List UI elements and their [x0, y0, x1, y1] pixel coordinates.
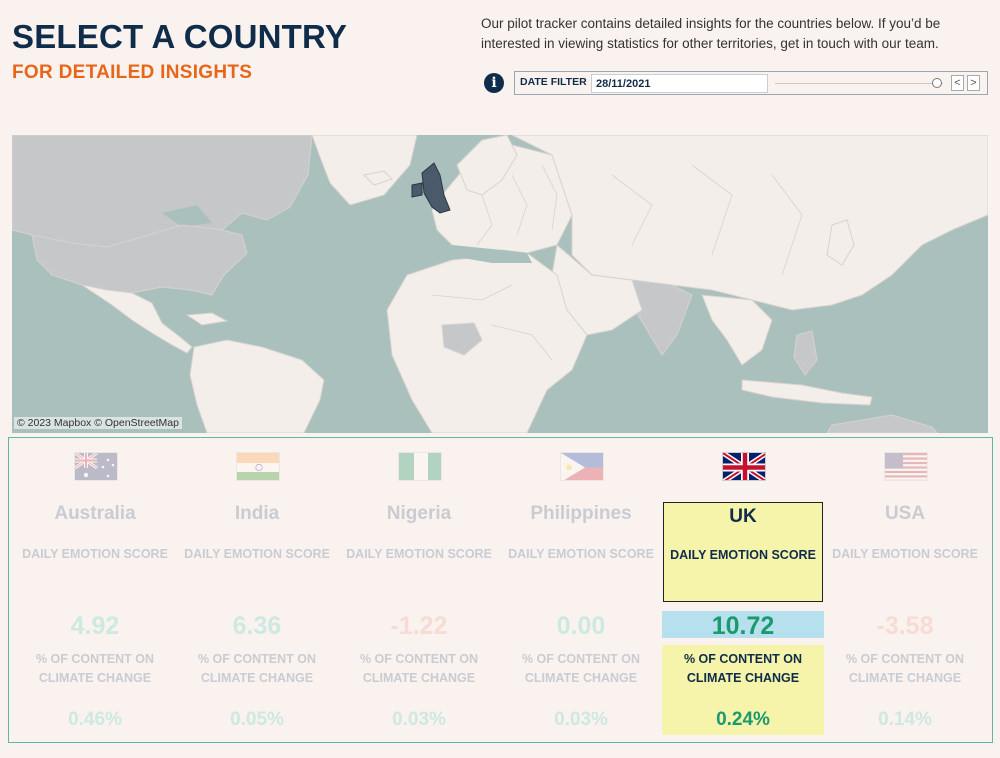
emotion-score-label: DAILY EMOTION SCORE — [832, 547, 978, 561]
emotion-score-label: DAILY EMOTION SCORE — [508, 547, 654, 561]
emotion-score-value: -1.22 — [390, 612, 448, 640]
uk-flag-icon[interactable] — [722, 452, 766, 481]
climate-content-value: 0.46% — [68, 709, 122, 730]
country-name[interactable]: Nigeria — [338, 503, 500, 525]
country-name[interactable]: UK — [662, 506, 824, 528]
country-card-australia[interactable]: Australia DAILY EMOTION SCORE 4.92 % OF … — [14, 438, 176, 742]
climate-content-value: 0.05% — [230, 709, 284, 730]
country-name[interactable]: Australia — [14, 503, 176, 525]
country-card-philippines[interactable]: Philippines DAILY EMOTION SCORE 0.00 % O… — [500, 438, 662, 742]
climate-content-label: % OF CONTENT ON CLIMATE CHANGE — [359, 652, 479, 685]
country-card-nigeria[interactable]: Nigeria DAILY EMOTION SCORE -1.22 % OF C… — [338, 438, 500, 742]
map-attribution[interactable]: © 2023 Mapbox © OpenStreetMap — [14, 417, 182, 429]
world-map[interactable] — [12, 135, 988, 433]
emotion-score-label: DAILY EMOTION SCORE — [22, 547, 168, 561]
emotion-score-label: DAILY EMOTION SCORE — [184, 547, 330, 561]
country-card-uk[interactable]: UK DAILY EMOTION SCORE 10.72 % OF CONTEN… — [662, 438, 824, 742]
emotion-score-value: 6.36 — [232, 612, 282, 640]
page-subtitle: FOR DETAILED INSIGHTS — [12, 62, 253, 83]
country-name[interactable]: India — [176, 503, 338, 525]
climate-content-label: % OF CONTENT ON CLIMATE CHANGE — [683, 652, 803, 685]
date-slider-track[interactable] — [775, 83, 943, 84]
climate-content-value: 0.03% — [554, 709, 608, 730]
info-icon[interactable]: i — [484, 73, 504, 93]
nigeria-flag-icon[interactable] — [398, 452, 442, 481]
world-map-svg — [12, 135, 988, 433]
emotion-score-value: 10.72 — [711, 612, 775, 640]
emotion-score-value: 0.00 — [556, 612, 606, 640]
india-flag-icon[interactable] — [236, 452, 280, 481]
climate-content-label: % OF CONTENT ON CLIMATE CHANGE — [521, 652, 641, 685]
climate-content-value: 0.24% — [716, 709, 770, 730]
country-card-usa[interactable]: USA DAILY EMOTION SCORE -3.58 % OF CONTE… — [824, 438, 986, 742]
country-name[interactable]: Philippines — [500, 503, 662, 525]
climate-content-value: 0.14% — [878, 709, 932, 730]
usa-flag-icon[interactable] — [884, 452, 928, 481]
climate-content-label: % OF CONTENT ON CLIMATE CHANGE — [197, 652, 317, 685]
date-slider-handle[interactable] — [932, 78, 942, 88]
emotion-score-label: DAILY EMOTION SCORE — [346, 547, 492, 561]
australia-flag-icon[interactable] — [74, 452, 118, 481]
country-selector-panel: Australia DAILY EMOTION SCORE 4.92 % OF … — [8, 437, 993, 743]
emotion-score-value: 4.92 — [70, 612, 120, 640]
climate-content-label: % OF CONTENT ON CLIMATE CHANGE — [35, 652, 155, 685]
date-prev-button[interactable]: < — [951, 75, 964, 91]
climate-content-value: 0.03% — [392, 709, 446, 730]
climate-content-label: % OF CONTENT ON CLIMATE CHANGE — [845, 652, 965, 685]
date-filter-value[interactable]: 28/11/2021 — [591, 74, 768, 93]
page-title: SELECT A COUNTRY — [12, 18, 348, 55]
emotion-score-label: DAILY EMOTION SCORE — [670, 548, 816, 562]
emotion-score-value: -3.58 — [876, 612, 934, 640]
date-filter[interactable]: DATE FILTER 28/11/2021 < > — [514, 71, 988, 95]
intro-text: Our pilot tracker contains detailed insi… — [481, 16, 941, 51]
date-next-button[interactable]: > — [967, 75, 980, 91]
country-name[interactable]: USA — [824, 503, 986, 525]
philippines-flag-icon[interactable] — [560, 452, 604, 481]
country-card-india[interactable]: India DAILY EMOTION SCORE 6.36 % OF CONT… — [176, 438, 338, 742]
date-filter-label: DATE FILTER — [520, 76, 587, 88]
